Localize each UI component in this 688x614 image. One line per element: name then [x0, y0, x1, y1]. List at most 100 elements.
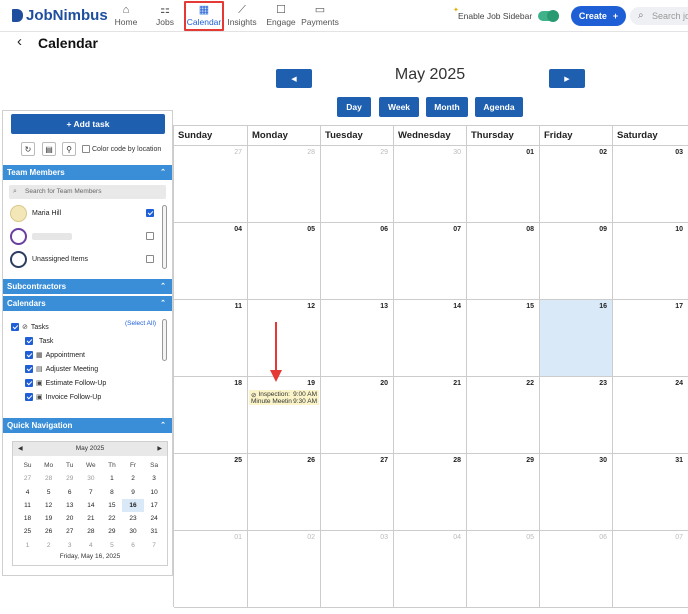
day-cell[interactable]: 21: [394, 377, 467, 454]
member-checkbox[interactable]: [146, 255, 154, 263]
calendar-item-checkbox[interactable]: [25, 379, 33, 387]
next-month-button[interactable]: ▶: [549, 69, 585, 88]
color-code-option[interactable]: Color code by location: [82, 145, 161, 153]
mini-day[interactable]: 24: [144, 512, 165, 525]
mini-day[interactable]: 4: [17, 486, 38, 499]
calendar-item[interactable]: Task: [25, 335, 53, 347]
back-chevron-icon[interactable]: ‹: [17, 33, 22, 50]
mini-day[interactable]: 4: [80, 539, 101, 552]
member-row[interactable]: [10, 228, 160, 246]
app-logo[interactable]: JobNimbus: [12, 7, 108, 24]
mini-day[interactable]: 1: [101, 472, 122, 485]
team-members-header[interactable]: Team Members ⌃: [3, 165, 172, 180]
mini-day[interactable]: 29: [101, 525, 122, 538]
day-cell[interactable]: 27: [321, 454, 394, 531]
day-cell[interactable]: 28: [248, 146, 321, 223]
day-cell[interactable]: 10: [613, 223, 688, 300]
member-row[interactable]: Maria Hill: [10, 205, 160, 223]
mini-day[interactable]: 2: [122, 472, 143, 485]
mini-day[interactable]: 26: [38, 525, 59, 538]
mini-day[interactable]: 27: [59, 525, 80, 538]
day-cell[interactable]: 28: [394, 454, 467, 531]
mini-day[interactable]: 22: [101, 512, 122, 525]
mini-prev-icon[interactable]: ◀: [18, 442, 23, 456]
nav-insights[interactable]: ⟋ Insights: [222, 3, 262, 27]
location-pin-icon[interactable]: ⚲: [62, 142, 76, 156]
calendar-item-checkbox[interactable]: [25, 393, 33, 401]
day-cell[interactable]: 30: [540, 454, 613, 531]
nav-home[interactable]: ⌂ Home: [106, 3, 146, 27]
day-cell[interactable]: 07: [394, 223, 467, 300]
day-cell[interactable]: 02: [540, 146, 613, 223]
day-cell[interactable]: 06: [321, 223, 394, 300]
day-cell[interactable]: 27: [174, 146, 248, 223]
day-cell[interactable]: 07: [613, 531, 688, 608]
day-cell[interactable]: 26: [248, 454, 321, 531]
calendar-item-checkbox[interactable]: [25, 365, 33, 373]
view-agenda-button[interactable]: Agenda: [475, 97, 523, 117]
mini-day[interactable]: 3: [144, 472, 165, 485]
tasks-group[interactable]: ⊘ Tasks: [11, 321, 49, 333]
day-cell[interactable]: 19 ⊘ Inspection: 9:00 AM Minute Meetin 9:30 A…: [248, 377, 321, 454]
day-cell[interactable]: 20: [321, 377, 394, 454]
member-checkbox[interactable]: [146, 209, 154, 217]
day-cell[interactable]: 04: [174, 223, 248, 300]
prev-month-button[interactable]: ◀: [276, 69, 312, 88]
color-code-checkbox[interactable]: [82, 145, 90, 153]
mini-day[interactable]: 8: [101, 486, 122, 499]
view-day-button[interactable]: Day: [337, 97, 371, 117]
mini-day[interactable]: 7: [144, 539, 165, 552]
mini-day[interactable]: 25: [17, 525, 38, 538]
mini-day[interactable]: 16: [122, 498, 144, 513]
refresh-icon[interactable]: ↻: [21, 142, 35, 156]
calendar-item[interactable]: ▦ Appointment: [25, 349, 85, 361]
day-cell[interactable]: 01: [467, 146, 540, 223]
day-cell[interactable]: 06: [540, 531, 613, 608]
day-cell[interactable]: 09: [540, 223, 613, 300]
mini-day[interactable]: 28: [38, 472, 59, 485]
pdf-icon[interactable]: ▤: [42, 142, 56, 156]
mini-day[interactable]: 6: [122, 539, 143, 552]
mini-day[interactable]: 30: [80, 472, 101, 485]
day-cell[interactable]: 14: [394, 300, 467, 377]
mini-day[interactable]: 1: [17, 539, 38, 552]
add-task-button[interactable]: + Add task: [11, 114, 165, 134]
day-cell[interactable]: 22: [467, 377, 540, 454]
day-cell[interactable]: 05: [467, 531, 540, 608]
create-button[interactable]: Create +: [571, 6, 626, 26]
day-cell[interactable]: 30: [394, 146, 467, 223]
member-row[interactable]: Unassigned Items: [10, 251, 160, 269]
day-cell[interactable]: 12: [248, 300, 321, 377]
nav-engage[interactable]: ☐ Engage: [261, 3, 301, 27]
calendar-event[interactable]: ⊘ Inspection: 9:00 AM Minute Meetin 9:30 AM: [249, 390, 319, 405]
day-cell[interactable]: 11: [174, 300, 248, 377]
quick-navigation-header[interactable]: Quick Navigation ⌃: [3, 418, 172, 433]
mini-day[interactable]: 28: [80, 525, 101, 538]
mini-day[interactable]: 9: [122, 486, 143, 499]
day-cell[interactable]: 31: [613, 454, 688, 531]
global-search-input[interactable]: ⌕ Search jobs: [630, 7, 688, 25]
mini-day[interactable]: 23: [122, 512, 143, 525]
view-week-button[interactable]: Week: [379, 97, 419, 117]
mini-day[interactable]: 11: [17, 499, 38, 512]
job-sidebar-toggle[interactable]: [538, 10, 559, 22]
members-scrollbar[interactable]: [162, 205, 167, 269]
mini-day[interactable]: 31: [144, 525, 165, 538]
day-cell[interactable]: 24: [613, 377, 688, 454]
mini-day[interactable]: 29: [59, 472, 80, 485]
mini-day[interactable]: 12: [38, 499, 59, 512]
mini-day[interactable]: 5: [101, 539, 122, 552]
team-member-search-input[interactable]: ⌕ Search for Team Members: [9, 185, 166, 199]
calendar-item-checkbox[interactable]: [25, 351, 33, 359]
mini-day[interactable]: 17: [144, 499, 165, 512]
calendar-item-checkbox[interactable]: [25, 337, 33, 345]
day-cell[interactable]: 17: [613, 300, 688, 377]
day-cell[interactable]: 29: [321, 146, 394, 223]
day-cell[interactable]: 03: [321, 531, 394, 608]
member-checkbox[interactable]: [146, 232, 154, 240]
day-cell[interactable]: 08: [467, 223, 540, 300]
mini-day[interactable]: 10: [144, 486, 165, 499]
select-all-link[interactable]: (Select All): [125, 320, 156, 327]
mini-day[interactable]: 5: [38, 486, 59, 499]
nav-payments[interactable]: ▭ Payments: [300, 3, 340, 27]
